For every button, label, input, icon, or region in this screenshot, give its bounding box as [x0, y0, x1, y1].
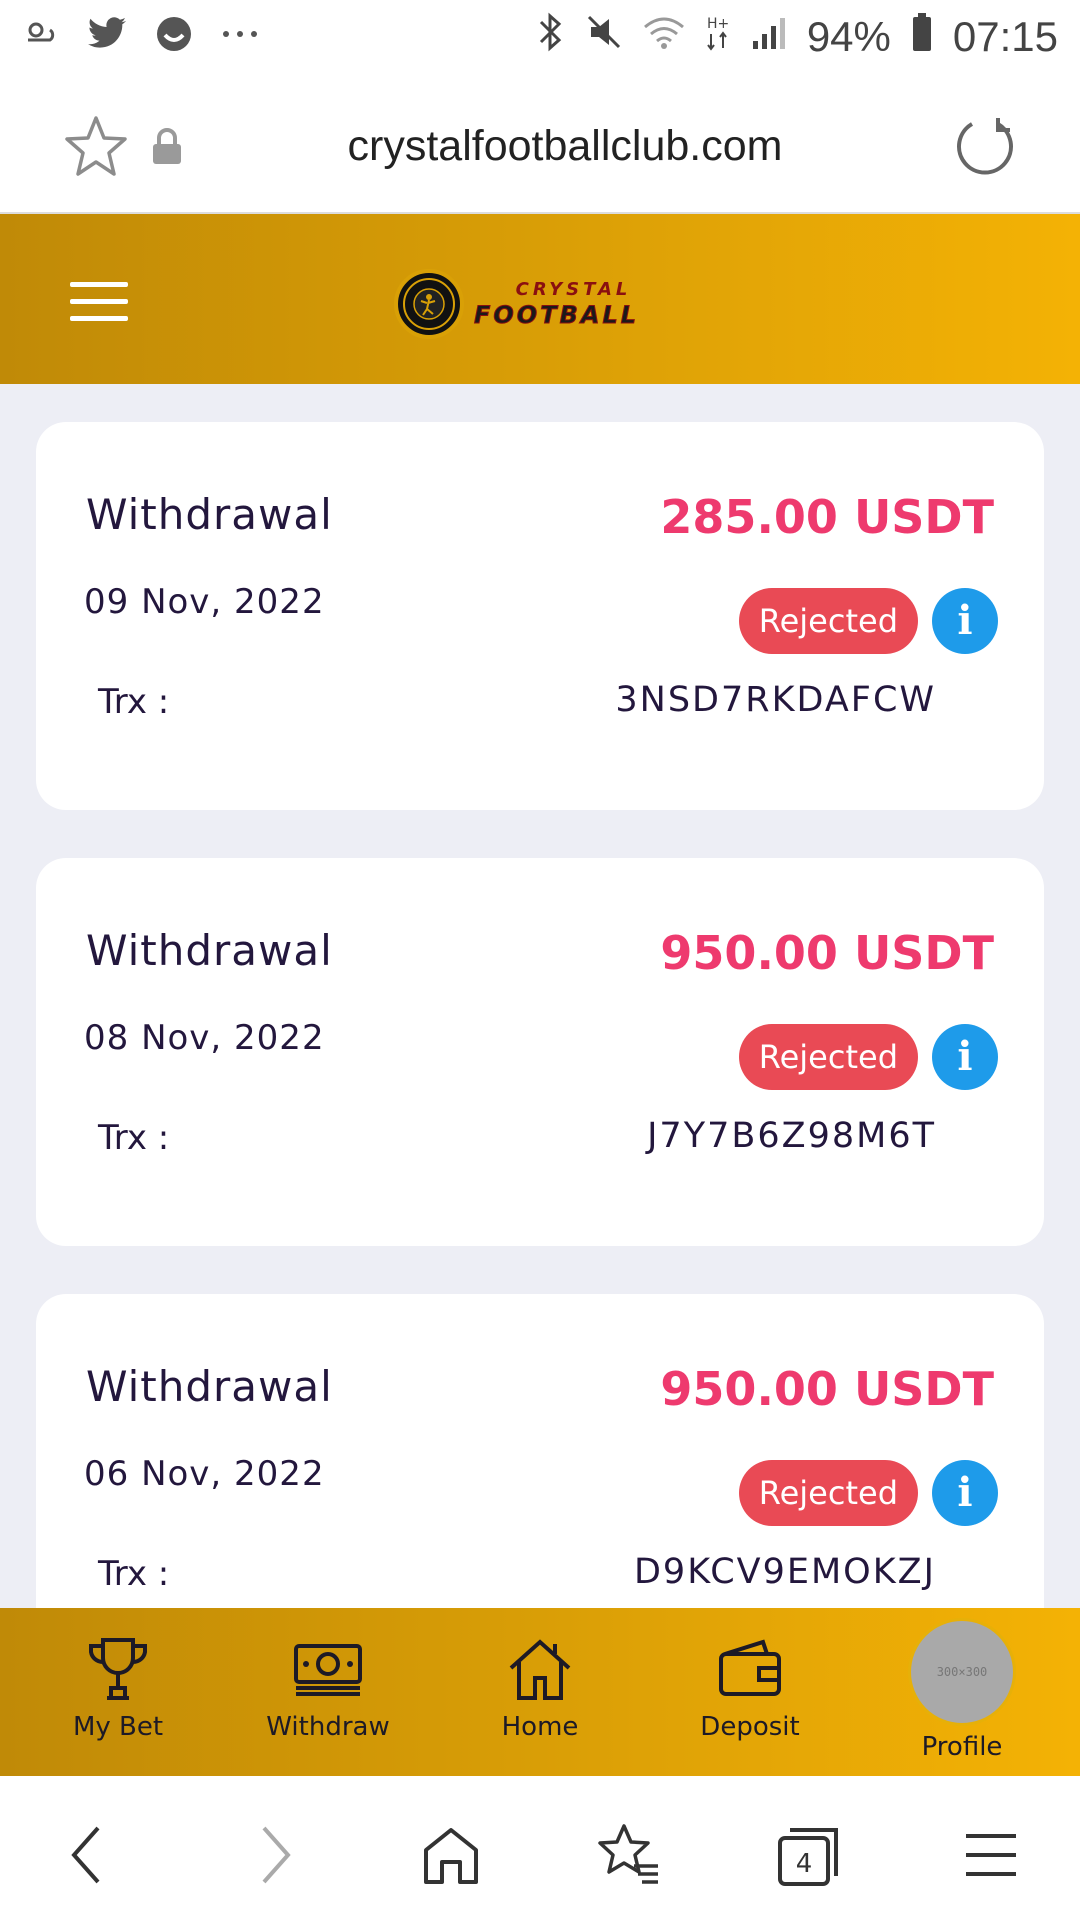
status-badge: Rejected: [738, 1460, 918, 1526]
transaction-date: 06 Nov, 2022: [84, 1454, 325, 1494]
battery-percent: 94%: [806, 13, 891, 60]
clock: 07:15: [952, 13, 1058, 60]
mute-icon: [585, 13, 623, 61]
nav-deposit[interactable]: Deposit: [660, 1634, 840, 1742]
wallet-icon: [719, 1639, 781, 1696]
tabs-icon[interactable]: 4: [774, 1820, 844, 1890]
signal-icon: [751, 13, 787, 61]
lock-icon: [150, 128, 184, 166]
weather-icon: [22, 14, 62, 54]
avatar[interactable]: 300×300: [908, 1618, 1016, 1726]
transaction-date: 09 Nov, 2022: [84, 582, 325, 622]
logo-line1: CRYSTAL: [515, 279, 632, 300]
network-type-icon: H+: [705, 12, 731, 62]
wifi-icon: [643, 13, 685, 61]
home-icon[interactable]: [416, 1820, 486, 1890]
info-icon[interactable]: i: [932, 1024, 998, 1090]
nav-label: My Bet: [72, 1712, 164, 1742]
logo-line2: FOOTBALL: [473, 301, 640, 329]
trx-id: 3NSD7RKDAFCW: [615, 680, 936, 720]
trx-label: Trx :: [98, 682, 170, 722]
tab-count: 4: [796, 1849, 813, 1879]
app-bottom-nav: My Bet Withdraw Home Deposit 300×300 Pro…: [0, 1608, 1080, 1776]
browser-url-bar: crystalfootballclub.com: [0, 72, 1080, 214]
svg-text:H+: H+: [707, 16, 729, 32]
twitter-icon: [88, 14, 128, 54]
money-icon: [294, 1644, 362, 1696]
trx-label: Trx :: [98, 1554, 170, 1594]
transaction-amount: 950.00 USDT: [660, 1362, 994, 1416]
site-header: CRYSTAL FOOTBALL: [0, 214, 1080, 384]
messenger-icon: [154, 14, 194, 54]
bookmark-star-icon[interactable]: [64, 114, 128, 178]
url-text[interactable]: crystalfootballclub.com: [230, 122, 900, 171]
nav-label: Home: [501, 1712, 579, 1742]
trophy-icon: [89, 1638, 147, 1700]
reload-icon[interactable]: [950, 112, 1020, 182]
nav-label-profile[interactable]: Profile: [880, 1732, 1044, 1762]
forward-icon[interactable]: [238, 1820, 308, 1890]
back-icon[interactable]: [54, 1820, 124, 1890]
status-badge: Rejected: [738, 588, 918, 654]
info-icon[interactable]: i: [932, 588, 998, 654]
page: H+ 94% 07:15 crystalfootballclub.com CRY…: [0, 0, 1080, 1920]
home-icon: [509, 1639, 571, 1700]
bookmarks-icon[interactable]: [594, 1820, 664, 1890]
trx-label: Trx :: [98, 1118, 170, 1158]
status-bar: H+ 94% 07:15: [0, 0, 1080, 72]
info-icon[interactable]: i: [932, 1460, 998, 1526]
nav-home[interactable]: Home: [450, 1634, 630, 1742]
transaction-card: Withdrawal 950.00 USDT 08 Nov, 2022 Reje…: [36, 858, 1044, 1246]
nav-label: Withdraw: [266, 1712, 390, 1742]
bluetooth-icon: [535, 12, 565, 62]
transaction-card: Withdrawal 285.00 USDT 09 Nov, 2022 Reje…: [36, 422, 1044, 810]
battery-icon: [911, 12, 933, 62]
status-badge: Rejected: [738, 1024, 918, 1090]
transaction-type: Withdrawal: [86, 490, 333, 539]
browser-bottom-bar: 4: [0, 1776, 1080, 1920]
hamburger-menu-icon[interactable]: [70, 282, 128, 322]
trx-id: D9KCV9EMOKZJ: [633, 1552, 936, 1592]
transaction-type: Withdrawal: [86, 1362, 333, 1411]
nav-withdraw[interactable]: Withdraw: [238, 1634, 418, 1742]
trx-id: J7Y7B6Z98M6T: [647, 1116, 936, 1156]
transaction-type: Withdrawal: [86, 926, 333, 975]
more-dots-icon: [220, 14, 260, 54]
logo-badge-icon: [394, 269, 464, 339]
transaction-amount: 285.00 USDT: [660, 490, 994, 544]
nav-label: Deposit: [700, 1712, 800, 1742]
transaction-amount: 950.00 USDT: [660, 926, 994, 980]
site-logo[interactable]: CRYSTAL FOOTBALL: [394, 268, 668, 340]
browser-menu-icon[interactable]: [956, 1820, 1026, 1890]
nav-my-bet[interactable]: My Bet: [28, 1634, 208, 1742]
transaction-date: 08 Nov, 2022: [84, 1018, 325, 1058]
